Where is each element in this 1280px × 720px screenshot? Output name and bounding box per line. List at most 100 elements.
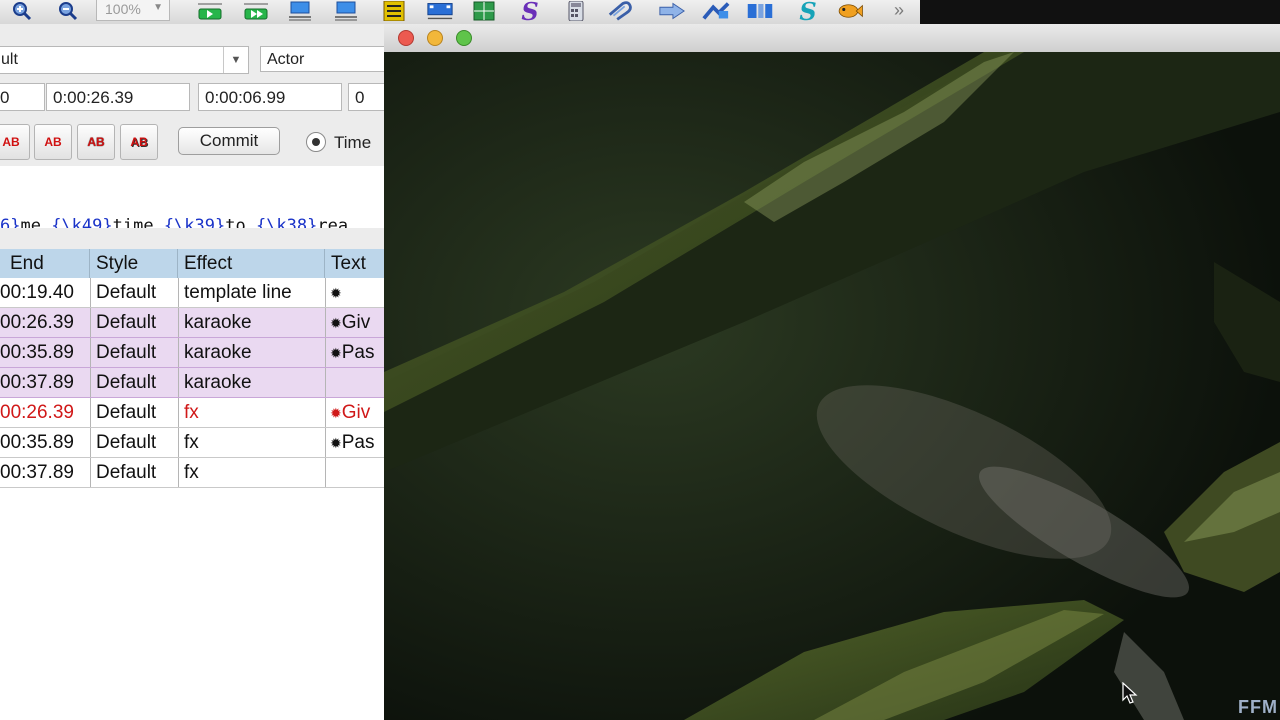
- format-ab-label: AB: [130, 135, 148, 149]
- effect-cell: karaoke: [178, 368, 325, 397]
- actor-field[interactable]: Actor: [260, 46, 390, 72]
- style-cell: Default: [90, 428, 178, 457]
- primary-color-button[interactable]: AB: [0, 124, 30, 160]
- table-row[interactable]: 00:26.39 Default fx ✹Giv: [0, 398, 386, 428]
- end-time-cell: 00:26.39: [0, 312, 74, 333]
- play-line-icon[interactable]: [196, 0, 224, 22]
- style-cell: Default: [90, 278, 178, 307]
- format-ab-label: AB: [87, 135, 105, 149]
- table-row[interactable]: 00:37.89 Default karaoke: [0, 368, 386, 398]
- karaoke-tag: 6}: [0, 216, 21, 228]
- column-header-text[interactable]: Text: [325, 249, 386, 278]
- zoom-level-value: 100%: [105, 1, 141, 17]
- zoom-out-icon[interactable]: [54, 0, 82, 22]
- margin-value: 0: [355, 88, 365, 107]
- play-next-icon[interactable]: [242, 0, 270, 22]
- subtitle-icon[interactable]: [746, 0, 774, 22]
- style-select-value: ult: [1, 51, 18, 68]
- layer-field-value: 0: [0, 88, 10, 107]
- table-row[interactable]: 00:19.40 Default template line ✹: [0, 278, 386, 308]
- table-row[interactable]: 00:37.89 Default fx: [0, 458, 386, 488]
- end-time-field[interactable]: 0:00:26.39: [46, 83, 190, 111]
- shadow-color-button[interactable]: AB: [120, 124, 158, 160]
- column-header-style[interactable]: Style: [90, 249, 178, 278]
- watermark-label: FFM: [1238, 697, 1278, 717]
- effect-cell: karaoke: [178, 308, 325, 337]
- effect-cell: fx: [178, 398, 325, 427]
- zoom-level-select[interactable]: 100% ▼: [96, 0, 170, 21]
- video-scene-image: [384, 52, 1280, 720]
- column-header-end[interactable]: End: [0, 249, 90, 278]
- end-time-value: 0:00:26.39: [53, 88, 134, 107]
- text-cell-value: Giv: [341, 402, 371, 423]
- table-row[interactable]: 00:35.89 Default karaoke ✹Pas: [0, 338, 386, 368]
- s-script-icon[interactable]: S: [794, 0, 822, 26]
- text-cell: ✹Giv: [325, 308, 386, 337]
- screen-icon[interactable]: [286, 0, 314, 22]
- effect-cell: fx: [178, 458, 325, 487]
- comment-bullet-icon: ✹: [330, 285, 342, 301]
- time-radio-label: Time: [334, 133, 372, 152]
- secondary-color-button[interactable]: AB: [34, 124, 72, 160]
- chevron-down-icon: ▼: [153, 2, 163, 13]
- style-icon[interactable]: S: [516, 0, 544, 26]
- fonts-icon[interactable]: [702, 0, 730, 22]
- comment-bullet-icon: ✹: [330, 315, 342, 331]
- text-cell: [325, 458, 386, 487]
- toolbar-overflow-icon[interactable]: »: [894, 0, 904, 21]
- calculator-icon[interactable]: [562, 0, 590, 22]
- table-row[interactable]: 00:35.89 Default fx ✹Pas: [0, 428, 386, 458]
- style-cell: Default: [90, 458, 178, 487]
- video-icon[interactable]: [426, 0, 454, 22]
- end-time-cell: 00:35.89: [0, 432, 74, 453]
- text-cell-value: Giv: [341, 312, 371, 333]
- lyric-text: me: [20, 216, 52, 228]
- text-cell-value: Pas: [341, 342, 375, 363]
- list-icon[interactable]: [380, 0, 408, 22]
- format-ab-label: AB: [44, 135, 62, 149]
- video-window-titlebar[interactable]: [384, 24, 1280, 53]
- close-icon[interactable]: [398, 30, 414, 46]
- layer-field[interactable]: 0: [0, 83, 45, 111]
- actor-field-value: Actor: [267, 51, 305, 68]
- fish-icon[interactable]: [836, 0, 864, 22]
- column-header-effect[interactable]: Effect: [178, 249, 325, 278]
- text-cell: ✹Pas: [325, 428, 386, 457]
- lyric-text: to: [225, 216, 256, 228]
- lyric-text: time: [112, 216, 164, 228]
- end-time-cell: 00:37.89: [0, 372, 74, 393]
- subtitle-text-editor[interactable]: 6}me {\k49}time {\k39}to {\k38}rea think…: [0, 166, 386, 228]
- text-cell: [325, 368, 386, 397]
- effect-cell: template line: [178, 278, 325, 307]
- minimize-icon[interactable]: [427, 30, 443, 46]
- editor-line-1: 6}me {\k49}time {\k39}to {\k38}rea: [0, 214, 386, 228]
- zoom-in-icon[interactable]: [8, 0, 36, 22]
- desktop-background: [920, 0, 1280, 24]
- end-time-cell: 00:37.89: [0, 462, 74, 483]
- fit-icon[interactable]: [470, 0, 498, 22]
- style-select[interactable]: ult ▼: [0, 46, 249, 74]
- text-cell: ✹Giv: [325, 398, 386, 427]
- video-frame[interactable]: FFM: [384, 52, 1280, 720]
- screen-alt-icon[interactable]: [332, 0, 360, 22]
- text-cell: ✹Pas: [325, 338, 386, 367]
- comment-bullet-icon: ✹: [330, 405, 342, 421]
- end-time-cell: 00:19.40: [0, 282, 74, 303]
- comment-bullet-icon: ✹: [330, 435, 342, 451]
- style-cell: Default: [90, 308, 178, 337]
- style-cell: Default: [90, 398, 178, 427]
- commit-button[interactable]: Commit: [178, 127, 280, 155]
- style-cell: Default: [90, 338, 178, 367]
- effect-cell: fx: [178, 428, 325, 457]
- outline-color-button[interactable]: AB: [77, 124, 115, 160]
- translate-icon[interactable]: [658, 0, 686, 22]
- table-row[interactable]: 00:26.39 Default karaoke ✹Giv: [0, 308, 386, 338]
- attachment-icon[interactable]: [606, 0, 634, 22]
- duration-field[interactable]: 0:00:06.99: [198, 83, 342, 111]
- chevron-down-icon[interactable]: ▼: [223, 47, 248, 73]
- format-ab-label: AB: [2, 135, 20, 149]
- time-radio[interactable]: [306, 132, 326, 152]
- duration-value: 0:00:06.99: [205, 88, 286, 107]
- lyric-text: rea: [317, 216, 349, 228]
- zoom-icon[interactable]: [456, 30, 472, 46]
